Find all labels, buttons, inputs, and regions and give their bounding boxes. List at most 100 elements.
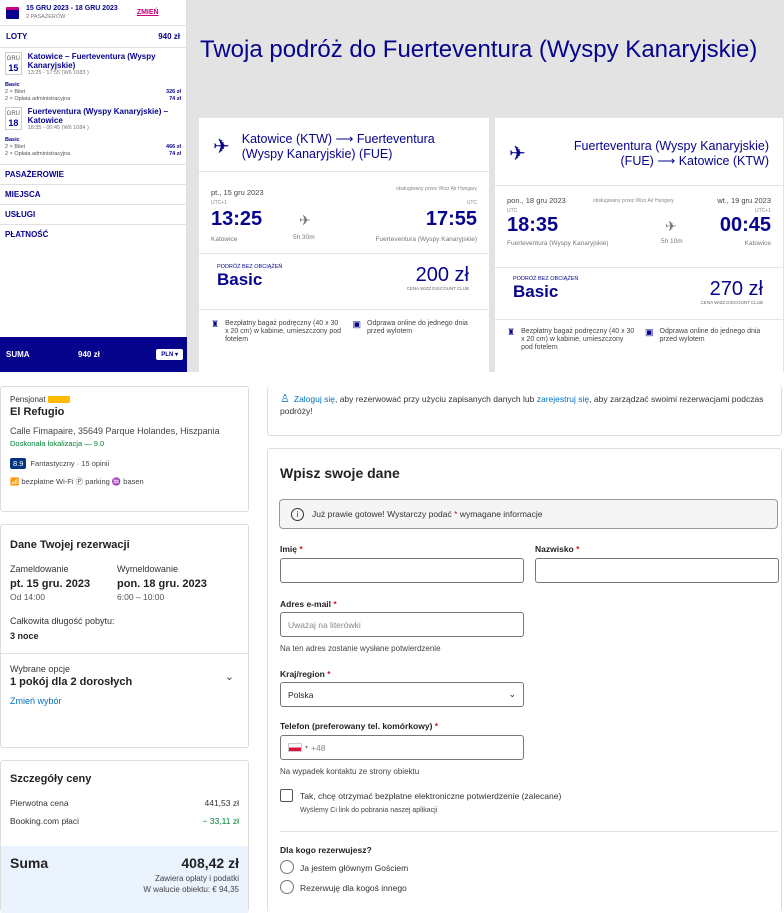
taxes-note: Zawiera opłaty i podatki	[154, 874, 239, 883]
checkin-icon: ▣	[352, 319, 361, 329]
flights-header[interactable]: LOTY 940 zł	[0, 26, 186, 48]
flight-route: Katowice (KTW) ⟶ Fuerteventura (Wyspy Ka…	[241, 131, 435, 161]
first-name-field[interactable]	[280, 558, 524, 583]
departure-city: Katowice	[211, 236, 238, 243]
departure-city: Fuerteventura (Wyspy Kanaryjskie)	[507, 240, 609, 247]
bag-icon: ♜	[211, 319, 220, 329]
checkout-time: 6:00 – 10:00	[117, 592, 165, 602]
segment-route: Katowice – Fuerteventura (Wyspy Kanaryjs…	[27, 52, 156, 70]
radio-someone-else[interactable]	[280, 880, 294, 894]
total-label: SUMA	[6, 350, 30, 359]
local-currency: W walucie obiektu: € 94,35	[143, 885, 239, 894]
utc-dep: UTC+1	[211, 200, 227, 206]
departure-date: pt., 15 gru 2023	[211, 188, 264, 197]
accordion-passengers[interactable]: PASAŻEROWIE	[0, 164, 186, 184]
country-select[interactable]: Polska ⌄	[280, 682, 524, 707]
signin-banner: ♙ Zaloguj się, aby rezerwować przy użyciu…	[267, 386, 782, 436]
segment-time: 18:35 - 00:45 (W6 1084 )	[27, 125, 89, 131]
someone-else-label: Rezerwuję dla kogoś innego	[300, 883, 407, 893]
operator: obsługiwany przez Wizz Air Hungary	[593, 198, 674, 204]
departure-time: 13:25	[211, 208, 263, 230]
total-price: 408,42 zł	[181, 855, 239, 871]
segment-time: 13:25 - 17:55 (W6 1083 )	[27, 70, 89, 76]
segment-route: Fuerteventura (Wyspy Kanaryjskie) – Kato…	[27, 107, 169, 125]
fare-box[interactable]: PODRÓŻ BEZ OBCIĄŻEŃ Basic 270 zł CENA WIZ…	[495, 268, 783, 320]
trip-title: Twoja podróż do Fuerteventura (Wyspy Kan…	[200, 36, 758, 63]
bag-icon: ♜	[507, 327, 516, 337]
last-name-label: Nazwisko	[535, 544, 574, 554]
chevron-down-icon[interactable]: ⌄	[225, 670, 234, 683]
total-label: Suma	[10, 855, 49, 871]
info-notice: i Już prawie gotowe! Wystarczy podać * w…	[279, 499, 778, 529]
location-score: Doskonała lokalizacja — 9.0	[10, 439, 105, 448]
discount-label: Booking.com płaci	[10, 816, 79, 826]
sms-checkbox[interactable]	[280, 789, 293, 802]
segment-fees: Basic 2 × Bilet 326 zł 2 × Opłata adminis…	[5, 82, 181, 102]
phone-label: Telefon (preferowany tel. komórkowy)	[280, 721, 433, 731]
last-name-field[interactable]	[535, 558, 779, 583]
flight-card-outbound: ✈ Katowice (KTW) ⟶ Fuerteventura (Wyspy K…	[199, 118, 489, 372]
fare-box[interactable]: PODRÓŻ BEZ OBCIĄŻEŃ Basic 200 zł CENA WIZ…	[199, 254, 489, 310]
change-selection-link[interactable]: Zmień wybór	[10, 696, 239, 706]
first-name-label: Imię	[280, 544, 298, 554]
checkout-label: Wymeldowanie	[117, 564, 178, 574]
form-title: Wpisz swoje dane	[280, 465, 400, 481]
date-box: GRU 18	[5, 107, 22, 130]
segment-return: GRU 18 Fuerteventura (Wyspy Kanaryjskie) …	[0, 107, 186, 131]
passenger-count: 2 PASAŻERÓW	[26, 13, 66, 20]
wizz-summary-sidebar: 15 GRU 2023 - 18 GRU 2023 2 PASAŻERÓW ZMI…	[0, 0, 187, 372]
booking-details-title: Dane Twojej rezerwacji	[10, 539, 130, 551]
duration: 5h 30m	[293, 234, 315, 241]
bundle-name: Basic	[5, 137, 20, 143]
radio-main-guest[interactable]	[280, 860, 294, 874]
email-label: Adres e-mail	[280, 599, 332, 609]
review-text: Fantastyczny · 15 opinii	[30, 459, 110, 468]
departure-date: pon., 18 gru 2023	[507, 196, 566, 205]
arrival-time: 17:55	[425, 208, 477, 230]
arrival-city: Fuerteventura (Wyspy Kanaryjskie)	[375, 236, 477, 243]
segment-fees: Basic 2 × Bilet 466 zł 2 × Opłata adminis…	[5, 137, 181, 157]
flights-label: LOTY	[6, 32, 28, 41]
checkin-time: Od 14:00	[10, 592, 45, 602]
plane-icon: ✈	[509, 143, 526, 165]
accordion-seats[interactable]: MIEJSCA	[0, 184, 186, 204]
chevron-down-icon: ⌄	[508, 689, 516, 699]
fare-price: 200 zł CENA WIZZ DISCOUNT CLUB	[406, 264, 469, 291]
departure-time: 18:35	[507, 214, 559, 236]
signin-link[interactable]: Zaloguj się	[294, 394, 335, 404]
utc-arr: UTC	[466, 200, 477, 206]
accordion-services[interactable]: USŁUGI	[0, 204, 186, 224]
sms-hint: Wyślemy Ci link do pobrania naszej aplik…	[300, 807, 438, 814]
selected-options[interactable]: Wybrane opcje 1 pokój dla 2 dorosłych ⌄ …	[1, 653, 248, 706]
segment-outbound: GRU 15 Katowice – Fuerteventura (Wyspy Ka…	[0, 52, 186, 76]
options-label: Wybrane opcje	[10, 664, 70, 674]
currency-select[interactable]: PLN ▾	[156, 349, 183, 360]
register-link[interactable]: zarejestruj się	[537, 394, 589, 404]
phone-field[interactable]: ▾ +48	[280, 735, 524, 760]
plane-icon: ✈	[665, 218, 677, 234]
checkin-icon: ▣	[645, 327, 654, 337]
options-value: 1 pokój dla 2 dorosłych	[10, 676, 133, 688]
change-link[interactable]: ZMIEŃ	[137, 9, 159, 16]
arrival-city: Katowice	[744, 240, 771, 247]
accordion-payment[interactable]: PŁATNOŚĆ	[0, 224, 186, 244]
flight-route: Fuerteventura (Wyspy Kanaryjskie) (FUE) …	[573, 138, 769, 168]
email-field[interactable]: Uważaj na literówki	[280, 612, 524, 637]
poland-flag-icon[interactable]	[288, 743, 302, 752]
arrival-time: 00:45	[719, 214, 771, 236]
signin-text: , aby rezerwować przy użyciu zapisanych …	[334, 394, 537, 404]
email-hint: Na ten adres zostanie wysłane potwierdze…	[280, 644, 441, 653]
country-label: Kraj/region	[280, 669, 325, 679]
hotel-card: Pensjonat El Refugio Calle Fimapaire, 35…	[0, 386, 249, 512]
calendar-icon	[6, 6, 19, 19]
info-icon: i	[291, 507, 304, 521]
checkout-date: pon. 18 gru. 2023	[117, 578, 207, 590]
bag-info: Bezpłatny bagaż podręczny (40 x 30 x 20 …	[225, 320, 342, 343]
discount-value: − 33,11 zł	[202, 816, 239, 826]
total-box: Suma 408,42 zł Zawiera opłaty i podatki W…	[1, 846, 248, 913]
total-bar: SUMA 940 zł PLN ▾	[0, 337, 187, 372]
who-label: Dla kogo rezerwujesz?	[280, 845, 372, 855]
plane-icon: ✈	[299, 212, 311, 228]
phone-hint: Na wypadek kontaktu ze strony obiektu	[280, 767, 420, 776]
operator: obsługiwany przez Wizz Air Hungary	[396, 186, 477, 192]
